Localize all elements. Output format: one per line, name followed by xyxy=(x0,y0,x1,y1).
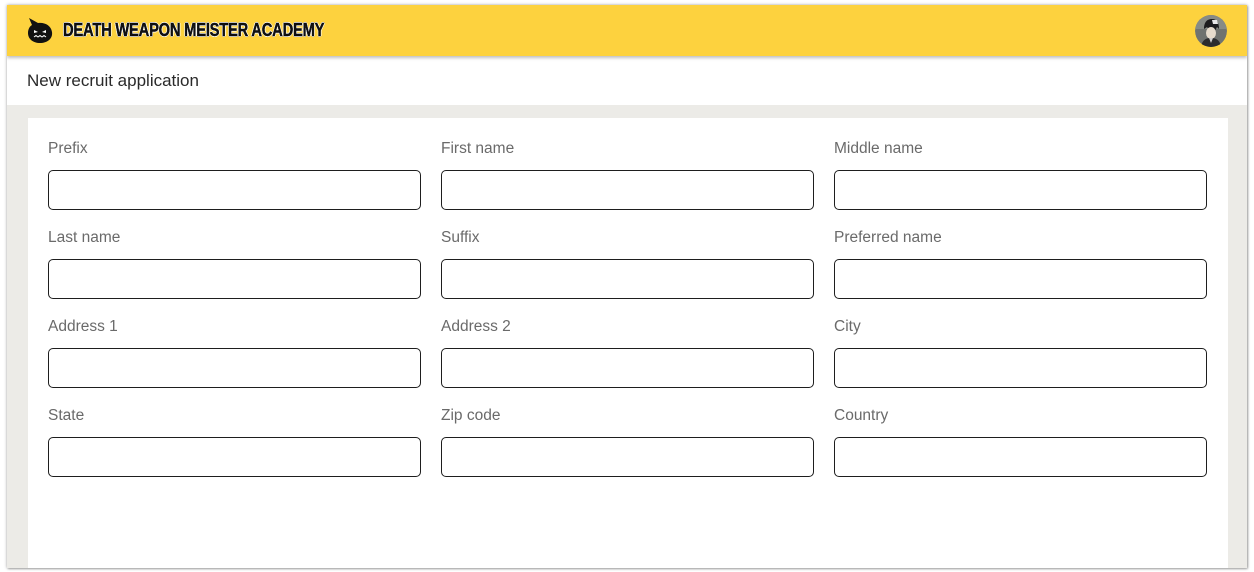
field-state: State xyxy=(48,407,421,477)
application-form-card: Prefix First name Middle name Last name … xyxy=(28,118,1228,568)
middle-name-label: Middle name xyxy=(834,140,923,157)
suffix-input[interactable] xyxy=(441,259,814,299)
city-input[interactable] xyxy=(834,348,1207,388)
field-last-name: Last name xyxy=(48,229,421,299)
state-input[interactable] xyxy=(48,437,421,477)
first-name-label: First name xyxy=(441,140,515,157)
field-first-name: First name xyxy=(441,140,814,210)
country-input[interactable] xyxy=(834,437,1207,477)
suffix-label: Suffix xyxy=(441,229,480,246)
preferred-name-label: Preferred name xyxy=(834,229,942,246)
city-label: City xyxy=(834,318,861,335)
preferred-name-input[interactable] xyxy=(834,259,1207,299)
field-preferred-name: Preferred name xyxy=(834,229,1207,299)
last-name-label: Last name xyxy=(48,229,121,246)
top-app-bar: DEATH WEAPON MEISTER ACADEMY xyxy=(7,5,1247,56)
user-avatar[interactable] xyxy=(1195,15,1227,47)
field-zip-code: Zip code xyxy=(441,407,814,477)
app-window: DEATH WEAPON MEISTER ACADEMY New recruit… xyxy=(7,5,1247,568)
field-address-2: Address 2 xyxy=(441,318,814,388)
field-country: Country xyxy=(834,407,1207,477)
brand-title: DEATH WEAPON MEISTER ACADEMY xyxy=(63,20,325,40)
field-suffix: Suffix xyxy=(441,229,814,299)
zip-code-input[interactable] xyxy=(441,437,814,477)
state-label: State xyxy=(48,407,85,424)
field-middle-name: Middle name xyxy=(834,140,1207,210)
field-address-1: Address 1 xyxy=(48,318,421,388)
first-name-input[interactable] xyxy=(441,170,814,210)
page-header: New recruit application xyxy=(7,56,1247,105)
field-city: City xyxy=(834,318,1207,388)
zip-code-label: Zip code xyxy=(441,407,501,424)
country-label: Country xyxy=(834,407,889,424)
avatar-image xyxy=(1195,15,1227,47)
prefix-input[interactable] xyxy=(48,170,421,210)
address-1-label: Address 1 xyxy=(48,318,118,335)
prefix-label: Prefix xyxy=(48,140,88,157)
address-2-input[interactable] xyxy=(441,348,814,388)
middle-name-input[interactable] xyxy=(834,170,1207,210)
recruit-application-form: Prefix First name Middle name Last name … xyxy=(48,140,1207,477)
page-title: New recruit application xyxy=(27,71,199,90)
last-name-input[interactable] xyxy=(48,259,421,299)
address-2-label: Address 2 xyxy=(441,318,511,335)
skull-mask-icon[interactable] xyxy=(26,17,54,44)
field-prefix: Prefix xyxy=(48,140,421,210)
address-1-input[interactable] xyxy=(48,348,421,388)
